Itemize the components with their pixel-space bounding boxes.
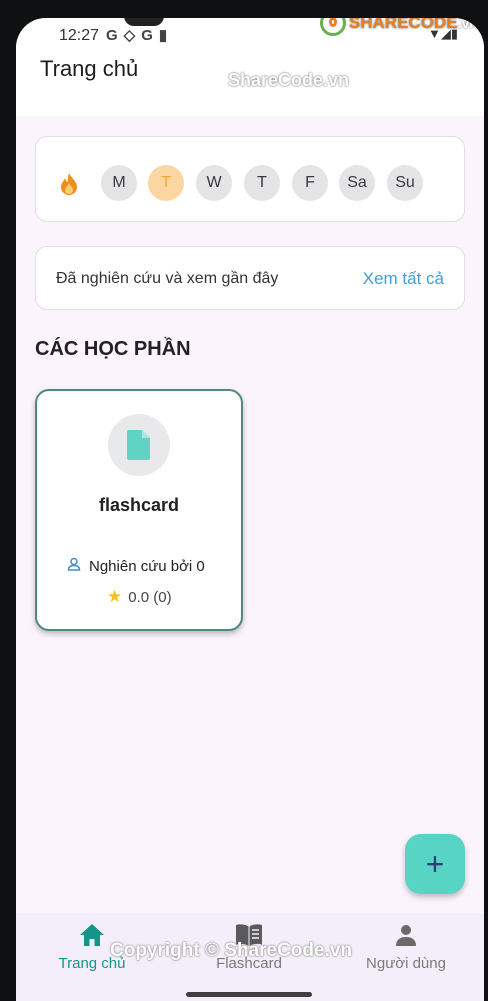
- day-circle[interactable]: Sa: [339, 165, 375, 201]
- studied-by: Nghiên cứu bởi 0: [67, 557, 205, 575]
- sharecode-logo-text: SHARECODE.vn: [348, 18, 478, 32]
- add-button[interactable]: +: [405, 834, 465, 894]
- day-circle[interactable]: Su: [387, 165, 423, 201]
- day-circle[interactable]: M: [101, 165, 137, 201]
- status-bar: 12:27 G◇G▮ ▼◢▮ SHARECODE.vn: [16, 18, 484, 52]
- person-icon: [394, 925, 418, 951]
- status-icons: G◇G▮: [106, 26, 173, 44]
- person-outline-icon: [67, 557, 81, 575]
- home-icon: [79, 924, 105, 951]
- day-circle[interactable]: F: [292, 165, 328, 201]
- day-circle[interactable]: W: [196, 165, 232, 201]
- screen: 12:27 G◇G▮ ▼◢▮ SHARECODE.vn Trang chủ Sh…: [16, 18, 484, 1001]
- sharecode-logo-mark: [319, 18, 346, 36]
- watermark-top: ShareCode.vn: [228, 70, 350, 90]
- nav-label-user: Người dùng: [366, 955, 446, 972]
- page-title: Trang chủ: [40, 56, 139, 81]
- day-circle[interactable]: T: [244, 165, 280, 201]
- camera-notch: [124, 18, 164, 26]
- watermark-bottom: Copyright © ShareCode.vn: [110, 940, 353, 961]
- document-icon-circle: [108, 414, 170, 476]
- status-time: 12:27: [59, 27, 100, 44]
- study-set-card[interactable]: flashcard Nghiên cứu bởi 0 ★ 0.0 (0): [35, 389, 243, 631]
- google-g-icon: G: [106, 27, 124, 44]
- study-set-title: flashcard: [98, 495, 180, 515]
- rating-text: 0.0 (0): [128, 588, 172, 606]
- recent-card: Đã nghiên cứu và xem gần đây Xem tất cả: [35, 246, 465, 310]
- document-icon: [127, 430, 151, 465]
- see-all-link[interactable]: Xem tất cả: [363, 269, 444, 289]
- section-title: CÁC HỌC PHẦN: [35, 338, 191, 360]
- rating: ★ 0.0 (0): [107, 587, 172, 607]
- streak-card: M T W T F Sa Su: [35, 136, 465, 222]
- google-g-icon: G: [141, 27, 159, 44]
- star-icon: ★: [107, 587, 123, 606]
- sd-card-icon: ▮: [158, 27, 174, 44]
- shield-icon: ◇: [123, 27, 142, 44]
- day-circle-active[interactable]: T: [148, 165, 184, 201]
- studied-by-text: Nghiên cứu bởi 0: [89, 557, 205, 575]
- recent-label: Đã nghiên cứu và xem gần đây: [56, 270, 279, 287]
- phone-frame: 12:27 G◇G▮ ▼◢▮ SHARECODE.vn Trang chủ Sh…: [0, 0, 488, 1001]
- sharecode-logo: SHARECODE.vn: [319, 18, 478, 36]
- home-indicator[interactable]: [186, 992, 312, 997]
- nav-item-user[interactable]: Người dùng: [336, 923, 476, 972]
- flame-icon: [58, 172, 80, 202]
